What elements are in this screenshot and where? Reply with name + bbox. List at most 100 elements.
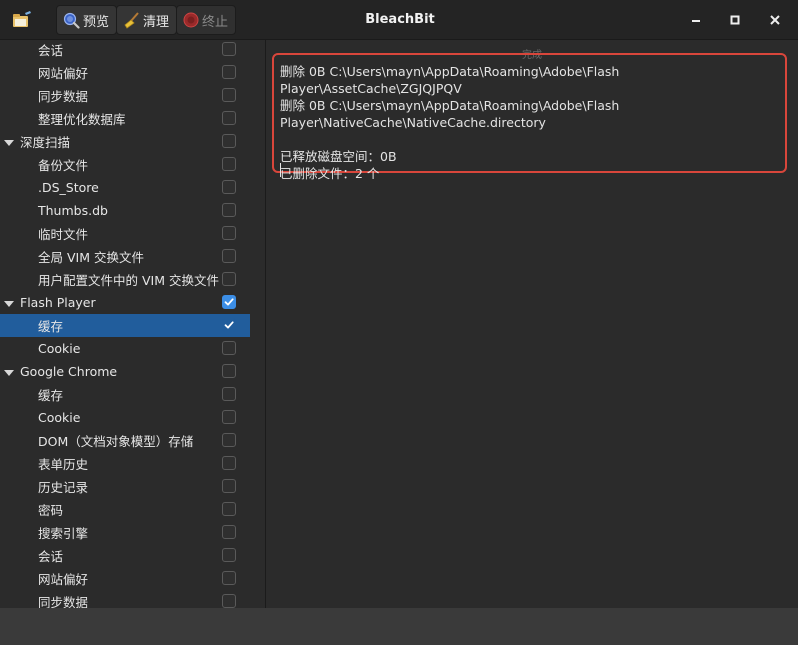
tree-row-checkbox[interactable] xyxy=(222,157,236,171)
tree-row-label: Cookie xyxy=(38,410,81,425)
stop-icon xyxy=(183,12,199,28)
tree-row[interactable]: Thumbs.db xyxy=(0,199,250,222)
tree-row-label: 密码 xyxy=(38,503,64,518)
text-cursor xyxy=(280,163,281,177)
tree-row-label: 用户配置文件中的 VIM 交换文件 xyxy=(38,273,219,288)
tree-row[interactable]: Flash Player xyxy=(0,291,250,314)
broom-clean-icon xyxy=(123,11,140,29)
header-bar: 预览 清理 终止 BleachBit xyxy=(0,0,798,40)
tree-row-checkbox[interactable] xyxy=(222,479,236,493)
tree-row[interactable]: 会话 xyxy=(0,544,250,567)
tree-row-checkbox[interactable] xyxy=(222,387,236,401)
tree-row-label: DOM（文档对象模型）存储 xyxy=(38,434,194,449)
tree-row-checkbox[interactable] xyxy=(222,548,236,562)
tree-row-checkbox[interactable] xyxy=(222,272,236,286)
tree-row-checkbox[interactable] xyxy=(222,65,236,79)
tree-row[interactable]: 同步数据 xyxy=(0,84,250,107)
tree-row-label: 网站偏好 xyxy=(38,66,89,81)
tree-row-checkbox[interactable] xyxy=(222,410,236,424)
tree-row-checkbox[interactable] xyxy=(222,88,236,102)
tree-row-label: Thumbs.db xyxy=(38,203,108,218)
triangle-down-icon[interactable] xyxy=(4,367,14,377)
tree-row[interactable]: 整理优化数据库 xyxy=(0,107,250,130)
log-line: 删除 0B C:\Users\mayn\AppData\Roaming\Adob… xyxy=(280,98,620,113)
tree-row[interactable]: 全局 VIM 交换文件 xyxy=(0,245,250,268)
output-log[interactable]: 删除 0B C:\Users\mayn\AppData\Roaming\Adob… xyxy=(280,63,790,182)
tree-row-checkbox[interactable] xyxy=(222,594,236,608)
tree-row-checkbox[interactable] xyxy=(222,203,236,217)
tree-row[interactable]: 密码 xyxy=(0,498,250,521)
preview-button[interactable]: 预览 xyxy=(56,5,118,35)
tree-row[interactable]: 缓存 xyxy=(0,383,250,406)
tree-row-checkbox[interactable] xyxy=(222,571,236,585)
tree-row-label: 同步数据 xyxy=(38,595,89,608)
tree-row[interactable]: Google Chrome xyxy=(0,360,250,383)
output-pane: 完成 删除 0B C:\Users\mayn\AppData\Roaming\A… xyxy=(267,40,798,608)
tree-row-label: 缓存 xyxy=(38,388,64,403)
tree-row-label: Flash Player xyxy=(20,295,96,310)
tree-row-checkbox[interactable] xyxy=(222,456,236,470)
tree-row-label: 历史记录 xyxy=(38,480,89,495)
tree-row[interactable]: 会话 xyxy=(0,40,250,61)
tree-row[interactable]: .DS_Store xyxy=(0,176,250,199)
tree-row-label: 整理优化数据库 xyxy=(38,112,126,127)
tree-row-label: 同步数据 xyxy=(38,89,89,104)
tree-row-label: 备份文件 xyxy=(38,158,89,173)
minimize-icon[interactable] xyxy=(688,12,704,28)
tree-row[interactable]: 深度扫描 xyxy=(0,130,250,153)
tree-row-checkbox[interactable] xyxy=(222,295,236,309)
tree-row-checkbox[interactable] xyxy=(222,364,236,378)
tree-row-label: 网站偏好 xyxy=(38,572,89,587)
tree-row-label: 缓存 xyxy=(38,319,64,334)
clean-button[interactable]: 清理 xyxy=(116,5,178,35)
tree-row[interactable]: Cookie xyxy=(0,337,250,360)
tree-row[interactable]: 搜索引擎 xyxy=(0,521,250,544)
tree-row[interactable]: 备份文件 xyxy=(0,153,250,176)
tree-row-label: Cookie xyxy=(38,341,81,356)
tree-row[interactable]: DOM（文档对象模型）存储 xyxy=(0,429,250,452)
tree-row[interactable]: 同步数据 xyxy=(0,590,250,608)
tree-row[interactable]: Cookie xyxy=(0,406,250,429)
magnifier-preview-icon xyxy=(63,12,80,29)
tree-row[interactable]: 网站偏好 xyxy=(0,567,250,590)
tree-row[interactable]: 缓存 xyxy=(0,314,250,337)
tree-row[interactable]: 用户配置文件中的 VIM 交换文件 xyxy=(0,268,250,291)
tree-row-checkbox[interactable] xyxy=(222,180,236,194)
log-line: 已释放磁盘空间：0B xyxy=(280,149,397,164)
tree-row-checkbox[interactable] xyxy=(222,249,236,263)
tree-row-checkbox[interactable] xyxy=(222,318,236,332)
pane-splitter[interactable] xyxy=(265,40,266,608)
tree-row-label: 搜索引擎 xyxy=(38,526,89,541)
log-line: 已删除文件：2 个 xyxy=(280,166,380,181)
stop-button[interactable]: 终止 xyxy=(176,5,237,35)
tree-row[interactable]: 表单历史 xyxy=(0,452,250,475)
tree-row[interactable]: 临时文件 xyxy=(0,222,250,245)
log-line: Player\NativeCache\NativeCache.directory xyxy=(280,115,546,130)
tree-row-label: Google Chrome xyxy=(20,364,118,379)
window-title: BleachBit xyxy=(365,12,435,27)
maximize-icon[interactable] xyxy=(727,12,743,28)
triangle-down-icon[interactable] xyxy=(4,298,14,308)
status-bar xyxy=(0,608,798,645)
tree-row[interactable]: 网站偏好 xyxy=(0,61,250,84)
tree-row-checkbox[interactable] xyxy=(222,502,236,516)
preview-button-label: 预览 xyxy=(83,14,110,30)
tree-row-checkbox[interactable] xyxy=(222,111,236,125)
clean-button-label: 清理 xyxy=(143,14,170,30)
tree-row-checkbox[interactable] xyxy=(222,525,236,539)
close-icon[interactable] xyxy=(767,12,783,28)
tree-row-label: 临时文件 xyxy=(38,227,89,242)
tree-row-checkbox[interactable] xyxy=(222,433,236,447)
tree-row-checkbox[interactable] xyxy=(222,134,236,148)
triangle-down-icon[interactable] xyxy=(4,137,14,147)
tree-row-label: 会话 xyxy=(38,43,64,58)
tree-row[interactable]: 历史记录 xyxy=(0,475,250,498)
tree-row-label: 全局 VIM 交换文件 xyxy=(38,250,144,265)
tree-row-checkbox[interactable] xyxy=(222,42,236,56)
bleachbit-app-icon[interactable] xyxy=(12,11,32,29)
log-line: 删除 0B C:\Users\mayn\AppData\Roaming\Adob… xyxy=(280,64,620,96)
tree-row-checkbox[interactable] xyxy=(222,226,236,240)
tree-row-label: .DS_Store xyxy=(38,180,99,195)
tree-row-checkbox[interactable] xyxy=(222,341,236,355)
log-blank-line xyxy=(280,131,790,148)
